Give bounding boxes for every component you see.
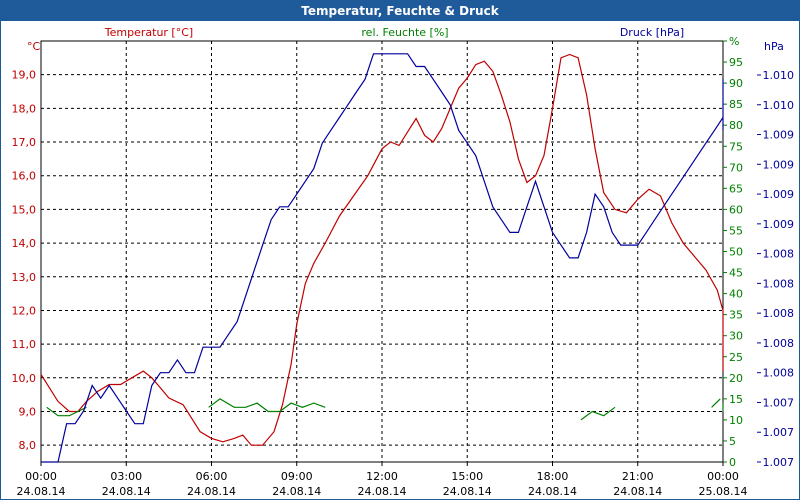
temperature-tick-label: 19,0 xyxy=(12,69,37,82)
time-tick-label: 09:00 xyxy=(281,470,313,483)
humidity-tick-label: 95 xyxy=(729,56,743,69)
humidity-tick-label: 85 xyxy=(729,98,743,111)
pressure-tick-label: 1.010 xyxy=(763,69,795,82)
date-tick-label: 24.08.14 xyxy=(102,485,151,498)
humidity-tick-label: 65 xyxy=(729,182,743,195)
temperature-tick-label: 10,0 xyxy=(12,372,37,385)
date-tick-label: 24.08.14 xyxy=(272,485,321,498)
pressure-unit-label: hPa xyxy=(764,40,784,53)
time-tick-label: 12:00 xyxy=(366,470,398,483)
pressure-tick-label: 1.008 xyxy=(763,337,795,350)
humidity-tick-label: 10 xyxy=(729,414,743,427)
date-tick-label: 24.08.14 xyxy=(528,485,577,498)
date-tick-label: 25.08.14 xyxy=(699,485,748,498)
humidity-tick-label: 55 xyxy=(729,224,743,237)
chart-window: Temperatur, Feuchte & Druck Temperatur [… xyxy=(0,0,800,500)
humidity-tick-label: 90 xyxy=(729,77,743,90)
temperature-unit-label: °C xyxy=(27,40,41,53)
temperature-axis-title: Temperatur [°C] xyxy=(104,26,193,39)
date-tick-label: 24.08.14 xyxy=(187,485,236,498)
pressure-tick-label: 1.007 xyxy=(763,456,795,469)
time-tick-label: 00:00 xyxy=(25,470,57,483)
time-tick-label: 00:00 xyxy=(707,470,739,483)
humidity-tick-label: 15 xyxy=(729,393,743,406)
temperature-axis: 8,0 9,0 10,0 11,0 12,0 13,0 14,0 15,0 16,0 17,0 18… xyxy=(12,69,37,452)
pressure-axis: 1.007 1.007 1.007 1.008 1.008 1.008 1.008 1.008… xyxy=(757,69,794,469)
pressure-tick-label: 1.007 xyxy=(763,426,795,439)
humidity-tick-label: 75 xyxy=(729,140,743,153)
humidity-tick-label: 0 xyxy=(729,456,736,469)
humidity-tick-label: % xyxy=(729,35,739,48)
humidity-tick-label: 45 xyxy=(729,267,743,280)
humidity-series-line xyxy=(711,398,721,408)
pressure-tick-label: 1.008 xyxy=(763,277,795,290)
date-tick-label: 24.08.14 xyxy=(613,485,662,498)
temperature-tick-label: 12,0 xyxy=(12,304,37,317)
pressure-tick-label: 1.009 xyxy=(763,158,795,171)
pressure-tick-label: 1.009 xyxy=(763,218,795,231)
pressure-tick-label: 1.008 xyxy=(763,367,795,380)
humidity-tick-label: 70 xyxy=(729,161,743,174)
pressure-tick-label: 1.008 xyxy=(763,307,795,320)
pressure-tick-label: 1.009 xyxy=(763,188,795,201)
humidity-axis: 0 5 10 15 20 25 30 35 40 45 50 55 60 65 70 75 80 85 90 95% xyxy=(723,35,743,469)
pressure-tick-label: 1.007 xyxy=(763,396,795,409)
date-tick-label: 24.08.14 xyxy=(443,485,492,498)
humidity-tick-label: 25 xyxy=(729,351,743,364)
pressure-axis-title: Druck [hPa] xyxy=(620,26,684,39)
pressure-tick-label: 1.010 xyxy=(763,99,795,112)
time-axis: 00:00 24.08.14 03:00 24.08.14 06:00 24.08.14 0… xyxy=(17,462,748,498)
temperature-tick-label: 8,0 xyxy=(19,439,37,452)
humidity-tick-label: 20 xyxy=(729,372,743,385)
humidity-tick-label: 80 xyxy=(729,119,743,132)
temperature-tick-label: 11,0 xyxy=(12,338,37,351)
temperature-tick-label: 9,0 xyxy=(19,405,37,418)
time-tick-label: 18:00 xyxy=(537,470,569,483)
humidity-tick-label: 40 xyxy=(729,288,743,301)
time-tick-label: 06:00 xyxy=(196,470,228,483)
date-tick-label: 24.08.14 xyxy=(358,485,407,498)
humidity-tick-label: 60 xyxy=(729,203,743,216)
window-title: Temperatur, Feuchte & Druck xyxy=(1,1,799,21)
temperature-tick-label: 13,0 xyxy=(12,271,37,284)
humidity-tick-label: 5 xyxy=(729,435,736,448)
pressure-tick-label: 1.008 xyxy=(763,248,795,261)
temperature-tick-label: 18,0 xyxy=(12,102,37,115)
humidity-tick-label: 30 xyxy=(729,330,743,343)
temperature-tick-label: 16,0 xyxy=(12,170,37,183)
humidity-tick-label: 35 xyxy=(729,309,743,322)
temperature-tick-label: 15,0 xyxy=(12,203,37,216)
pressure-tick-label: 1.009 xyxy=(763,129,795,142)
humidity-tick-label: 50 xyxy=(729,246,743,259)
temperature-tick-label: 14,0 xyxy=(12,237,37,250)
line-chart: Temperatur [°C] rel. Feuchte [%] Druck [… xyxy=(12,26,795,498)
time-tick-label: 03:00 xyxy=(110,470,142,483)
date-tick-label: 24.08.14 xyxy=(17,485,66,498)
time-tick-label: 21:00 xyxy=(622,470,654,483)
temperature-tick-label: 17,0 xyxy=(12,136,37,149)
humidity-axis-title: rel. Feuchte [%] xyxy=(361,26,448,39)
time-tick-label: 15:00 xyxy=(451,470,483,483)
humidity-series-line xyxy=(208,398,326,413)
humidity-series-line xyxy=(580,406,616,421)
grid-lines xyxy=(40,41,724,462)
